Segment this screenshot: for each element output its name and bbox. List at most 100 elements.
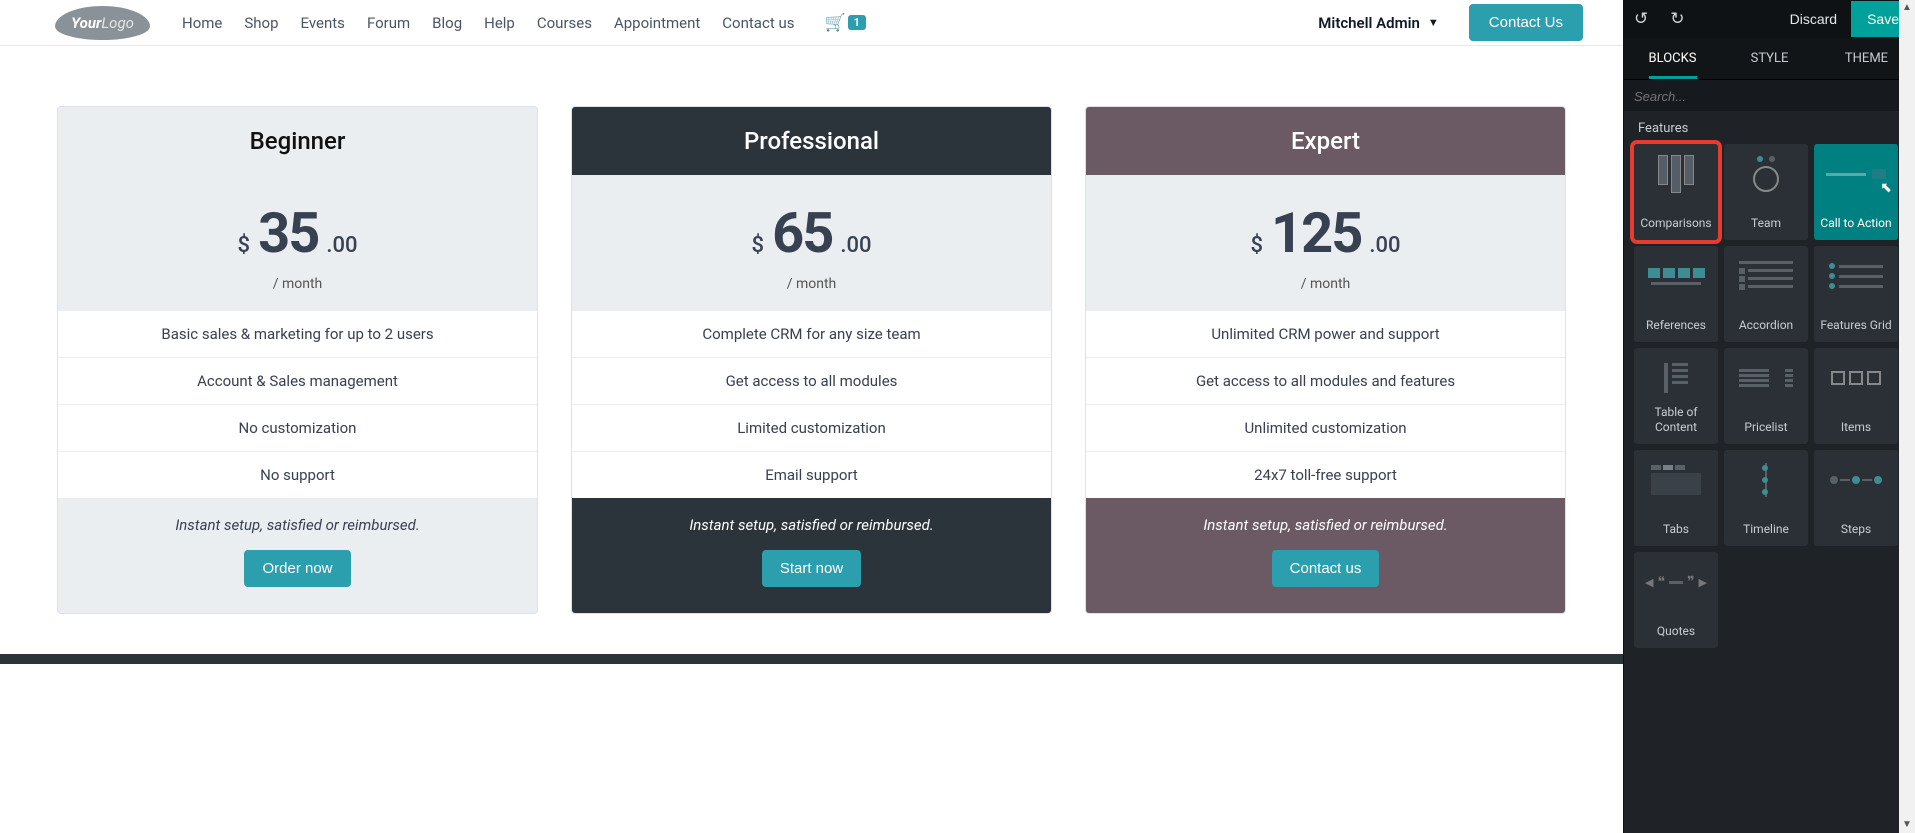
sidebar-tab-blocks[interactable]: BLOCKS <box>1624 38 1721 79</box>
plan-cta-button[interactable]: Contact us <box>1272 550 1380 587</box>
redo-icon[interactable]: ↻ <box>1670 9 1684 29</box>
scroll-down-icon[interactable]: ▼ <box>1902 817 1912 833</box>
cart-button[interactable]: 🛒 1 <box>824 13 865 33</box>
nav-link-contact-us[interactable]: Contact us <box>722 14 794 32</box>
block-thumb-icon <box>1732 256 1800 296</box>
block-grid: ComparisonsTeamCall to Action⬉ References… <box>1634 144 1909 648</box>
block-thumb-icon <box>1732 460 1800 500</box>
nav-link-shop[interactable]: Shop <box>244 14 278 32</box>
nav-link-blog[interactable]: Blog <box>432 14 462 32</box>
block-thumb-icon: ◀❝❞▶ <box>1642 562 1710 602</box>
price-cents: .00 <box>840 233 871 258</box>
block-thumb-icon <box>1642 460 1710 500</box>
sidebar-scrollbar[interactable]: ▲ ▼ <box>1899 0 1915 833</box>
cart-icon: 🛒 <box>824 13 845 33</box>
features-list: Unlimited CRM power and supportGet acces… <box>1086 310 1565 498</box>
price-cents: .00 <box>1369 233 1400 258</box>
sidebar-top-bar: ↺ ↻ Discard Save <box>1624 0 1915 38</box>
discard-button[interactable]: Discard <box>1776 1 1851 37</box>
sidebar-search <box>1624 80 1915 111</box>
features-list: Complete CRM for any size teamGet access… <box>572 310 1051 498</box>
nav-link-courses[interactable]: Courses <box>537 14 592 32</box>
nav-link-home[interactable]: Home <box>182 14 222 32</box>
sidebar-body: Features ComparisonsTeamCall to Action⬉R… <box>1624 111 1915 833</box>
nav-link-help[interactable]: Help <box>484 14 515 32</box>
block-item-pricelist[interactable]: Pricelist <box>1724 348 1808 444</box>
block-label: Accordion <box>1735 318 1797 332</box>
feature-row: Complete CRM for any size team <box>572 310 1051 357</box>
block-item-call-to-action[interactable]: Call to Action⬉ <box>1814 144 1898 240</box>
block-thumb-icon <box>1822 460 1890 500</box>
currency: $ <box>752 233 765 258</box>
price-amount: 35 <box>258 200 318 266</box>
block-thumb-icon <box>1732 358 1800 398</box>
block-label: Features Grid <box>1816 318 1895 332</box>
block-thumb-icon <box>1642 154 1710 194</box>
feature-row: Get access to all modules and features <box>1086 357 1565 404</box>
block-label: Table of Content <box>1634 405 1718 434</box>
block-thumb-icon <box>1732 154 1800 194</box>
block-thumb-icon <box>1822 154 1890 194</box>
pricing-plans: Beginner $ 35 .00 / month Basic sales & … <box>57 106 1566 614</box>
feature-row: Limited customization <box>572 404 1051 451</box>
nav-links: Home Shop Events Forum Blog Help Courses Appoin… <box>182 14 794 32</box>
plan-expert: Expert $ 125 .00 / month Unlimited CRM p… <box>1085 106 1566 614</box>
nav-link-forum[interactable]: Forum <box>367 14 410 32</box>
undo-icon[interactable]: ↺ <box>1634 9 1648 29</box>
block-item-items[interactable]: Items <box>1814 348 1898 444</box>
currency: $ <box>1250 233 1263 258</box>
block-label: Quotes <box>1653 624 1699 638</box>
topbar: YourLogo Home Shop Events Forum Blog Help Cour… <box>0 0 1623 46</box>
price-box: $ 35 .00 / month <box>58 175 537 310</box>
plan-footer: Instant setup, satisfied or reimbursed. … <box>58 498 537 613</box>
block-item-steps[interactable]: Steps <box>1814 450 1898 546</box>
feature-row: Unlimited CRM power and support <box>1086 310 1565 357</box>
user-menu[interactable]: Mitchell Admin ▼ <box>1318 14 1439 32</box>
editor-sidebar: ↺ ↻ Discard Save BLOCKSSTYLETHEME Featur… <box>1623 0 1915 833</box>
block-item-tabs[interactable]: Tabs <box>1634 450 1718 546</box>
site-logo[interactable]: YourLogo <box>55 6 150 40</box>
feature-row: Get access to all modules <box>572 357 1051 404</box>
block-label: Timeline <box>1739 522 1793 536</box>
block-item-team[interactable]: Team <box>1724 144 1808 240</box>
currency: $ <box>238 233 251 258</box>
block-label: Tabs <box>1659 522 1693 536</box>
block-label: Steps <box>1837 522 1875 536</box>
main-content: YourLogo Home Shop Events Forum Blog Help Cour… <box>0 0 1623 833</box>
plan-header: Professional <box>572 107 1051 175</box>
sidebar-tabs: BLOCKSSTYLETHEME <box>1624 38 1915 80</box>
contact-us-button[interactable]: Contact Us <box>1469 4 1583 41</box>
plan-note: Instant setup, satisfied or reimbursed. <box>1096 516 1555 534</box>
user-name: Mitchell Admin <box>1318 14 1420 32</box>
block-thumb-icon <box>1642 358 1710 398</box>
scroll-up-icon[interactable]: ▲ <box>1902 0 1912 16</box>
chevron-down-icon: ▼ <box>1428 16 1439 29</box>
cart-count-badge: 1 <box>848 15 866 30</box>
block-item-features-grid[interactable]: Features Grid <box>1814 246 1898 342</box>
sidebar-tab-style[interactable]: STYLE <box>1721 38 1818 79</box>
plan-header: Expert <box>1086 107 1565 175</box>
block-thumb-icon <box>1642 256 1710 296</box>
block-item-comparisons[interactable]: Comparisons <box>1634 144 1718 240</box>
price-amount: 125 <box>1271 200 1361 266</box>
plan-header: Beginner <box>58 107 537 175</box>
feature-row: No support <box>58 451 537 498</box>
feature-row: Account & Sales management <box>58 357 537 404</box>
block-item-quotes[interactable]: ◀❝❞▶ Quotes <box>1634 552 1718 648</box>
price-amount: 65 <box>772 200 832 266</box>
block-thumb-icon <box>1822 358 1890 398</box>
plan-cta-button[interactable]: Order now <box>244 550 350 587</box>
block-item-timeline[interactable]: Timeline <box>1724 450 1808 546</box>
price-box: $ 125 .00 / month <box>1086 175 1565 310</box>
search-input[interactable] <box>1634 89 1905 104</box>
nav-link-events[interactable]: Events <box>301 14 345 32</box>
block-item-references[interactable]: References <box>1634 246 1718 342</box>
feature-row: Email support <box>572 451 1051 498</box>
page-content: Beginner $ 35 .00 / month Basic sales & … <box>0 46 1623 833</box>
nav-link-appointment[interactable]: Appointment <box>614 14 700 32</box>
feature-row: Basic sales & marketing for up to 2 user… <box>58 310 537 357</box>
plan-cta-button[interactable]: Start now <box>762 550 861 587</box>
block-item-table-of-content[interactable]: Table of Content <box>1634 348 1718 444</box>
logo-text-prefix: Your <box>71 14 101 32</box>
block-item-accordion[interactable]: Accordion <box>1724 246 1808 342</box>
